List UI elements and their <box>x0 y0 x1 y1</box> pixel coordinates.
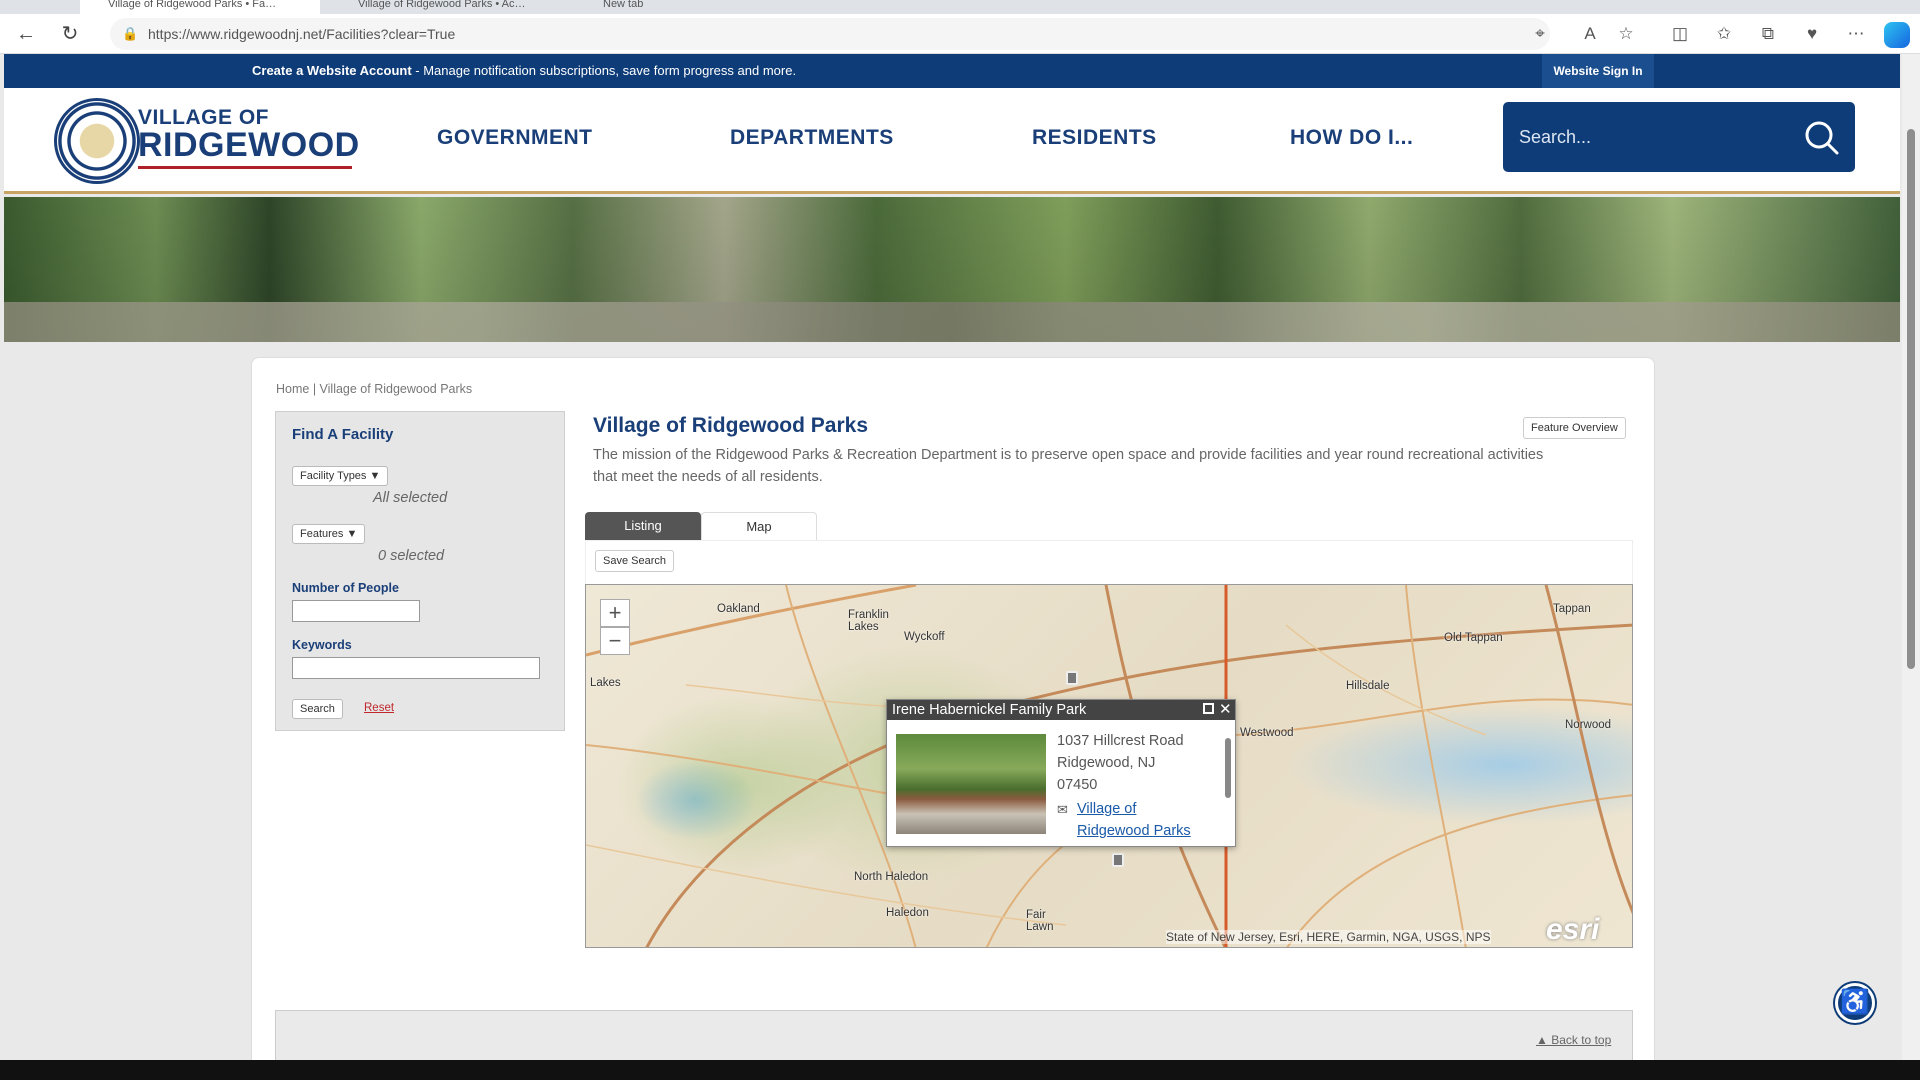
popup-parks-link[interactable]: Village of Ridgewood Parks <box>1057 798 1197 842</box>
facility-search-button[interactable]: Search <box>292 699 343 719</box>
reset-link[interactable]: Reset <box>364 702 394 714</box>
tab-title: Village of Ridgewood Parks • Fa… <box>108 0 277 10</box>
notice-text: - Manage notification subscriptions, sav… <box>411 63 797 78</box>
location-icon[interactable]: ⌖ <box>1528 22 1552 46</box>
zoom-out-button[interactable]: − <box>600 627 630 655</box>
facility-marker[interactable] <box>1112 853 1124 867</box>
taskbar-edge <box>0 1060 1920 1080</box>
nav-government[interactable]: GOVERNMENT <box>437 126 593 150</box>
notice-message[interactable]: Create a Website Account - Manage notifi… <box>252 54 796 88</box>
address-line: 1037 Hillcrest Road <box>1057 733 1184 749</box>
number-of-people-label: Number of People <box>292 581 399 595</box>
nav-how-do-i[interactable]: HOW DO I... <box>1290 126 1413 150</box>
popup-title-text: Irene Habernickel Family Park <box>892 702 1087 718</box>
map-place-label: Wyckoff <box>904 631 945 643</box>
facility-types-selection: All selected <box>373 490 448 506</box>
keywords-label: Keywords <box>292 638 352 652</box>
back-to-top-link[interactable]: ▲ Back to top <box>1536 1033 1611 1047</box>
popup-address: 1037 Hillcrest Road Ridgewood, NJ 07450 <box>1057 730 1184 796</box>
number-of-people-input[interactable] <box>292 600 420 622</box>
map-place-label: Haledon <box>886 907 929 919</box>
park-bridge-photo <box>896 734 1046 834</box>
logo-underline <box>138 166 352 169</box>
scroll-thumb[interactable] <box>1907 129 1915 669</box>
website-sign-in-button[interactable]: Website Sign In <box>1542 54 1654 88</box>
browser-tab[interactable]: Village of Ridgewood Parks • Ac… <box>330 0 570 14</box>
browser-essentials-icon[interactable]: ♥ <box>1800 22 1824 46</box>
favorite-star-icon[interactable]: ☆ <box>1614 22 1638 46</box>
facility-marker[interactable] <box>1066 671 1078 685</box>
features-dropdown[interactable]: Features ▼ <box>292 524 366 544</box>
nav-residents[interactable]: RESIDENTS <box>1032 126 1157 150</box>
hero-banner-photo <box>4 197 1900 342</box>
map-place-label: North Haledon <box>854 871 929 883</box>
popup-title: Irene Habernickel Family Park <box>887 700 1235 720</box>
esri-logo[interactable]: esri <box>1546 913 1599 947</box>
copilot-icon[interactable] <box>1884 22 1910 48</box>
search-icon[interactable] <box>1801 117 1841 157</box>
address-line: 07450 <box>1057 777 1098 793</box>
keywords-input[interactable] <box>292 657 540 679</box>
browser-tab[interactable]: New tab <box>575 0 815 14</box>
tab-title: Village of Ridgewood Parks • Ac… <box>358 0 526 10</box>
read-aloud-icon[interactable]: A <box>1578 22 1602 46</box>
map-place-label: Westwood <box>1240 727 1294 739</box>
close-icon[interactable]: ✕ <box>1219 700 1232 720</box>
site-search-input[interactable] <box>1519 120 1789 154</box>
popup-scroll-thumb[interactable] <box>1225 738 1231 798</box>
content-card: Home | Village of Ridgewood Parks Find A… <box>251 357 1655 1080</box>
address-bar[interactable]: 🔒 https://www.ridgewoodnj.net/Facilities… <box>110 18 1550 50</box>
logo-main-text[interactable]: RIDGEWOOD <box>138 126 360 165</box>
popup-scrollbar[interactable] <box>1224 724 1232 842</box>
browser-tab-bar: Village of Ridgewood Parks • Fa… Village… <box>0 0 1920 14</box>
lock-icon: 🔒 <box>122 26 139 41</box>
more-menu-icon[interactable]: ⋯ <box>1844 22 1868 46</box>
map-attribution: State of New Jersey, Esri, HERE, Garmin,… <box>1166 930 1491 944</box>
account-notice-bar: Create a Website Account - Manage notifi… <box>4 54 1900 88</box>
url-text: https://www.ridgewoodnj.net/Facilities?c… <box>148 26 456 42</box>
map-place-label: Norwood <box>1565 719 1612 731</box>
mission-text: The mission of the Ridgewood Parks & Rec… <box>593 447 1544 485</box>
address-line: Ridgewood, NJ <box>1057 755 1156 771</box>
back-arrow-icon[interactable]: ← <box>14 22 38 46</box>
map-toolbar: Save Search <box>585 540 1633 584</box>
map-place-label: Tappan <box>1553 603 1591 615</box>
split-screen-icon[interactable]: ◫ <box>1668 22 1692 46</box>
nav-departments[interactable]: DEPARTMENTS <box>730 126 894 150</box>
feature-overview-button[interactable]: Feature Overview <box>1523 417 1626 439</box>
facility-map[interactable]: + − Oakland Franklin Lakes Wyckoff Lakes… <box>585 584 1633 948</box>
zoom-in-button[interactable]: + <box>600 599 630 627</box>
map-place-label: Oakland <box>717 603 760 615</box>
map-place-label: Lakes <box>590 677 621 689</box>
page-title: Village of Ridgewood Parks <box>593 414 869 437</box>
find-facility-title: Find A Facility <box>292 426 394 443</box>
notice-bold[interactable]: Create a Website Account <box>252 63 412 78</box>
browser-tab-active[interactable]: Village of Ridgewood Parks • Fa… <box>80 0 320 14</box>
accessibility-icon[interactable]: ♿ <box>1835 983 1875 1023</box>
features-selection: 0 selected <box>378 548 445 564</box>
tab-map[interactable]: Map <box>701 512 817 540</box>
maximize-icon[interactable] <box>1203 703 1214 714</box>
site-search <box>1503 102 1855 172</box>
tab-listing[interactable]: Listing <box>585 512 701 540</box>
page-scrollbar[interactable] <box>1902 54 1920 1060</box>
map-place-label: Franklin Lakes <box>848 609 889 633</box>
map-place-label: Fair Lawn <box>1026 909 1054 933</box>
site-header: VILLAGE OF RIDGEWOOD GOVERNMENT DEPARTME… <box>4 88 1900 194</box>
map-place-label: Old Tappan <box>1444 632 1503 644</box>
village-seal-logo[interactable] <box>54 98 140 184</box>
save-search-button[interactable]: Save Search <box>595 550 674 572</box>
collections-icon[interactable]: ⧉ <box>1756 22 1780 46</box>
map-place-label: Hillsdale <box>1346 680 1390 692</box>
find-facility-panel: Find A Facility Facility Types ▼ All sel… <box>275 411 565 731</box>
breadcrumb[interactable]: Home | Village of Ridgewood Parks <box>276 382 472 396</box>
facility-popup: Irene Habernickel Family Park ✕ 1037 Hil… <box>886 699 1236 847</box>
facility-types-dropdown[interactable]: Facility Types ▼ <box>292 466 389 486</box>
reload-icon[interactable]: ↻ <box>58 22 82 46</box>
tab-title: New tab <box>603 0 644 10</box>
browser-toolbar: ← ↻ 🔒 https://www.ridgewoodnj.net/Facili… <box>0 14 1920 54</box>
favorites-icon[interactable]: ✩ <box>1712 22 1736 46</box>
